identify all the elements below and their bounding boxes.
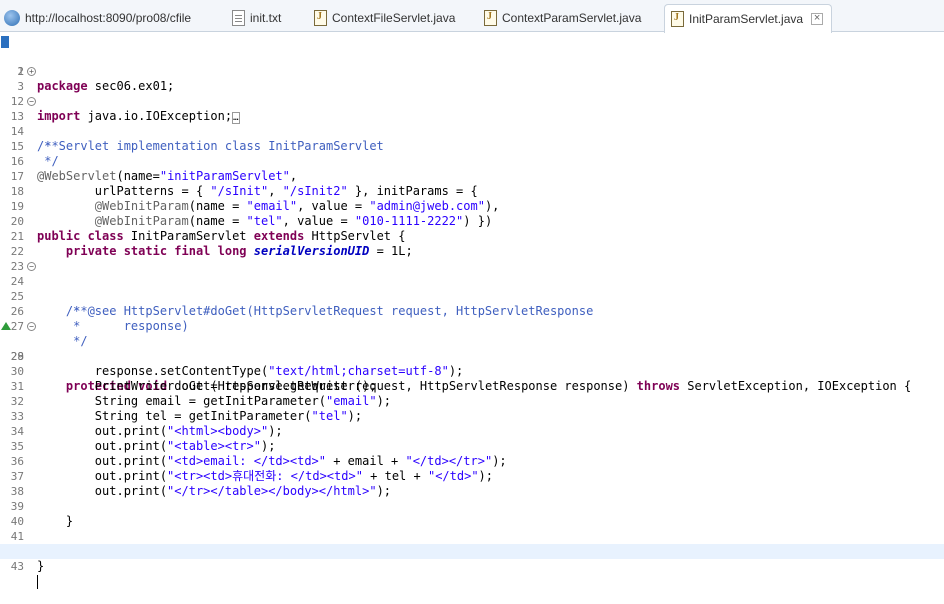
collapse-fold-icon[interactable]: − — [27, 322, 36, 331]
tab-init-param-servlet[interactable]: InitParamServlet.java × — [664, 4, 833, 33]
close-tab-icon[interactable]: × — [811, 13, 824, 25]
code-line: 40 — [0, 499, 944, 528]
code-line: 38 — [0, 469, 944, 498]
code-line: 17 urlPatterns = { "/sInit", "/sInit2" }… — [0, 154, 944, 198]
code-line: 13 − /** — [0, 94, 944, 153]
code-line: 19 @WebInitParam(name = "tel", value = "… — [0, 184, 944, 228]
code-line: 15 */ — [0, 124, 944, 168]
code-line: 2 — [0, 49, 944, 78]
current-code-line: 43 — [0, 544, 944, 589]
editor-tab-bar: http://localhost:8090/pro08/cfile init.t… — [0, 0, 944, 33]
tab-label: http://localhost:8090/pro08/cfile — [25, 11, 192, 25]
tab-label: InitParamServlet.java — [689, 12, 804, 26]
code-line: 3 + import java.io.IOException;… — [0, 64, 944, 124]
code-line: 28 − protected void doGet(HttpServletReq… — [0, 319, 944, 393]
globe-icon — [4, 10, 20, 26]
tab-localhost-cfile[interactable]: http://localhost:8090/pro08/cfile — [4, 5, 191, 31]
bookmark-marker-icon — [1, 36, 9, 48]
tab-init-txt[interactable]: init.txt — [232, 5, 281, 31]
tab-label: init.txt — [250, 11, 282, 25]
code-line: 27 */ — [0, 304, 944, 348]
code-line: 21 private static final long serialVersi… — [0, 214, 944, 258]
code-line: 25 * @see HttpServlet#doGet(HttpServletR… — [0, 274, 944, 318]
tab-context-param-servlet[interactable]: ContextParamServlet.java — [484, 5, 641, 31]
code-line: 32 String tel = getInitParameter("tel"); — [0, 379, 944, 423]
code-line: 23 — [0, 244, 944, 273]
code-line: 20 public class InitParamServlet extends… — [0, 199, 944, 243]
override-marker-icon — [1, 322, 11, 330]
code-line: 35 out.print("<td>email: </td><td>" + em… — [0, 424, 944, 468]
text-file-icon — [232, 10, 245, 26]
code-line: 22 — [0, 229, 944, 258]
code-line: 41 — [0, 514, 944, 543]
java-file-icon — [671, 11, 684, 27]
tab-context-file-servlet[interactable]: ContextFileServlet.java — [314, 5, 455, 31]
code-line: 29 response.setContentType("text/html;ch… — [0, 334, 944, 378]
code-line: 39 } — [0, 484, 944, 528]
text-caret — [37, 574, 38, 589]
code-line: 42 } — [0, 529, 944, 573]
code-line: 16 @WebServlet(name="initParamServlet", — [0, 139, 944, 183]
code-line: 14 * Servlet implementation class InitPa… — [0, 109, 944, 153]
code-line: 33 out.print("<html><body>"); — [0, 394, 944, 438]
collapse-fold-icon[interactable]: − — [27, 97, 36, 106]
code-line: 31 String email = getInitParameter("emai… — [0, 364, 944, 408]
expand-fold-icon[interactable]: + — [27, 67, 36, 76]
code-editor[interactable]: 1 package sec06.ex01; 2 3 + import java.… — [0, 32, 944, 589]
code-line: 18 @WebInitParam(name = "email", value =… — [0, 169, 944, 213]
code-line: 1 package sec06.ex01; — [0, 34, 944, 93]
code-line: 30 PrintWriter out = response.getWriter(… — [0, 349, 944, 393]
java-file-icon — [484, 10, 497, 26]
java-file-icon — [314, 10, 327, 26]
code-line: 12 — [0, 79, 944, 108]
code-line: 36 out.print("<tr><td>휴대전화: </td><td>" +… — [0, 439, 944, 483]
collapse-fold-icon[interactable]: − — [27, 262, 36, 271]
code-line: 34 out.print("<table><tr>"); — [0, 409, 944, 453]
code-line: 24 − /** — [0, 259, 944, 318]
tab-label: ContextParamServlet.java — [502, 11, 642, 25]
code-line: 37 out.print("</tr></table></body></html… — [0, 454, 944, 498]
tab-label: ContextFileServlet.java — [332, 11, 456, 25]
code-line: 26 * response) — [0, 289, 944, 333]
